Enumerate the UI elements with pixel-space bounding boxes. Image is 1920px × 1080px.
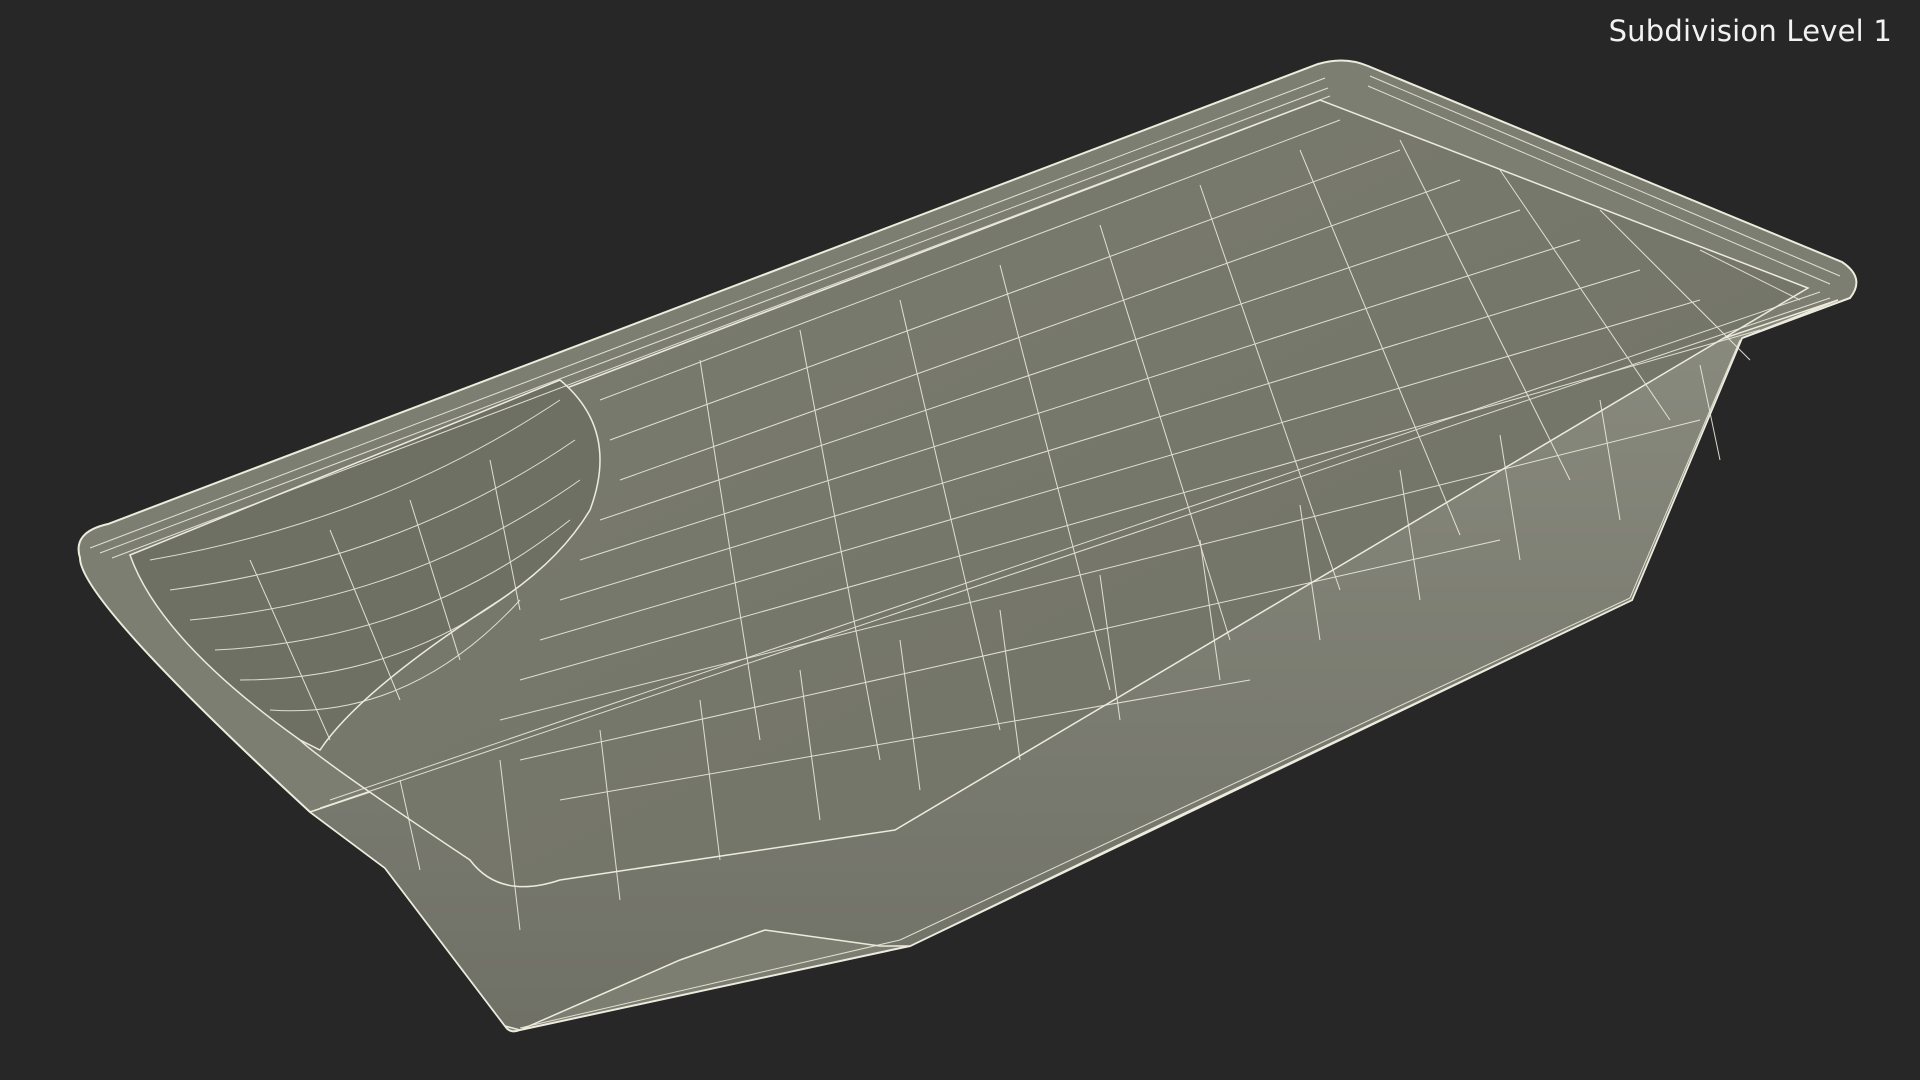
render-viewport: Subdivision Level 1 <box>0 0 1920 1080</box>
subdivision-level-label: Subdivision Level 1 <box>1608 14 1892 48</box>
wireframe-tray-render <box>77 59 1858 1033</box>
